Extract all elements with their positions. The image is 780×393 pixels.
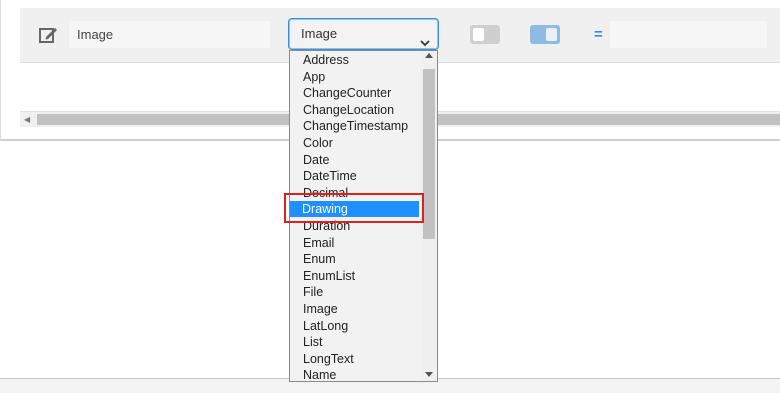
label-toggle[interactable] [530, 25, 560, 44]
dropdown-option[interactable]: ChangeLocation [291, 102, 421, 118]
dropdown-option[interactable]: ChangeTimestamp [291, 118, 421, 134]
dropdown-option[interactable]: Email [291, 235, 421, 251]
chevron-down-icon [420, 29, 430, 47]
dropdown-option[interactable]: Image [291, 301, 421, 317]
toggle-knob [546, 28, 557, 41]
dropdown-option[interactable]: LongText [291, 351, 421, 367]
dropdown-option[interactable]: Date [291, 152, 421, 168]
toggle-knob [473, 28, 484, 41]
dropdown-option[interactable]: File [291, 284, 421, 300]
dropdown-option[interactable]: Duration [291, 218, 421, 234]
dropdown-option[interactable]: Color [291, 135, 421, 151]
formula-field[interactable] [610, 21, 767, 48]
type-select-value: Image [301, 26, 338, 41]
dropdown-option[interactable]: Decimal [291, 185, 421, 201]
dropdown-option[interactable]: List [291, 334, 421, 350]
dropdown-option[interactable]: App [291, 69, 421, 85]
vertical-scroll-thumb[interactable] [423, 69, 435, 239]
dropdown-option[interactable]: EnumList [291, 268, 421, 284]
key-toggle[interactable] [470, 25, 500, 44]
dropdown-option[interactable]: DateTime [291, 168, 421, 184]
dropdown-option[interactable]: Enum [291, 251, 421, 267]
scroll-left-icon[interactable]: ◀ [24, 115, 30, 124]
dropdown-option[interactable]: LatLong [291, 318, 421, 334]
edit-icon[interactable] [39, 25, 59, 45]
dropdown-option[interactable]: Drawing [290, 201, 419, 218]
type-dropdown-list[interactable]: Address App ChangeCounter ChangeLocation Cha… [289, 50, 438, 382]
scroll-up-icon[interactable] [425, 53, 433, 58]
formula-equals-sign: = [594, 26, 603, 43]
column-name-field[interactable]: Image [69, 21, 270, 48]
dropdown-option[interactable]: Address [291, 52, 421, 68]
scroll-down-icon[interactable] [425, 372, 433, 377]
dropdown-option[interactable]: Name [291, 367, 421, 381]
column-type-select[interactable]: Image [288, 18, 439, 50]
vertical-scrollbar[interactable] [421, 51, 437, 381]
dropdown-option[interactable]: ChangeCounter [291, 85, 421, 101]
